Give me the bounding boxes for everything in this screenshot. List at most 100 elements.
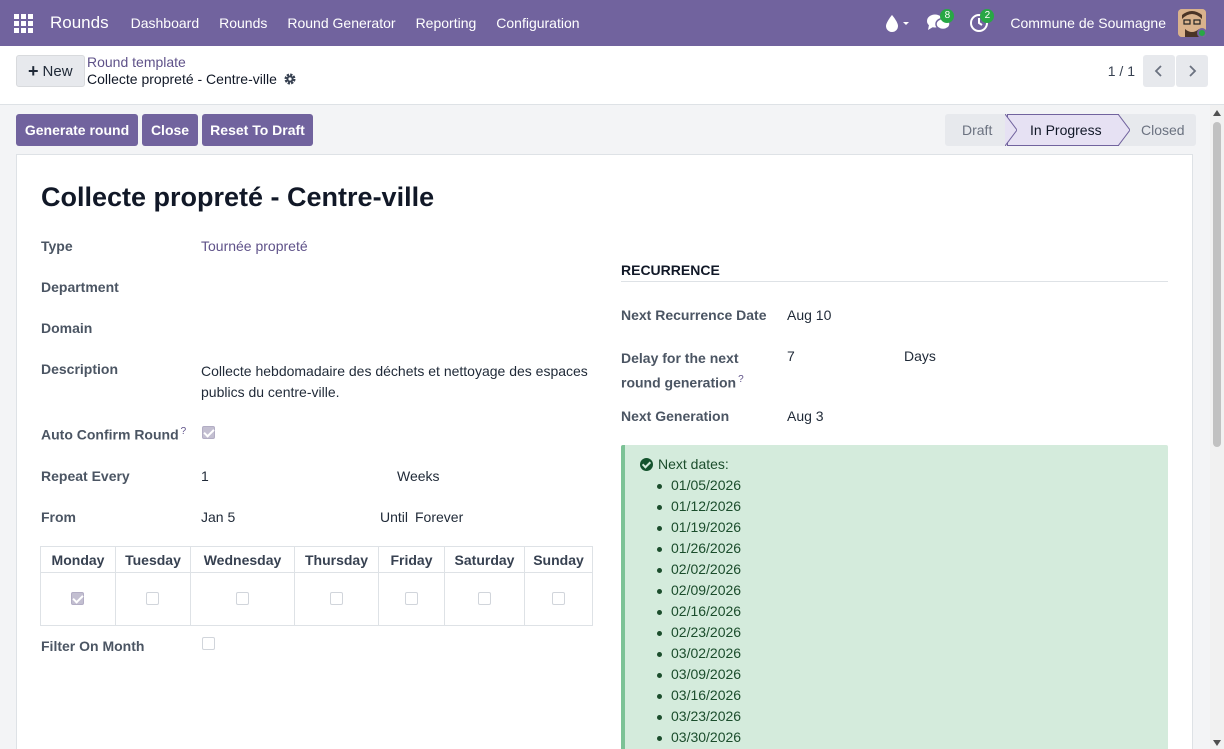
delay-value-input[interactable]: 7 [787,348,795,364]
next-date-item: 01/19/2026 [656,519,742,535]
next-dates-heading: Next dates: [640,456,729,472]
menu-round-generator[interactable]: Round Generator [277,0,405,46]
breadcrumb-current: Collecte propreté - Centre-ville [87,71,297,87]
scroll-down-arrow-icon[interactable] [1213,740,1221,746]
chevron-left-icon [1154,65,1162,77]
friday-checkbox[interactable] [404,592,418,605]
day-cell-friday [378,572,445,626]
menu-rounds[interactable]: Rounds [209,0,277,46]
next-dates-title: Next dates: [658,456,729,472]
sunday-checkbox[interactable] [551,592,565,605]
breadcrumb-round-template[interactable]: Round template [87,54,186,70]
generate-round-button[interactable]: Generate round [16,114,138,146]
department-label: Department [41,279,119,295]
day-header-monday: Monday [40,546,116,573]
day-header-sunday: Sunday [524,546,593,573]
help-icon[interactable]: ? [181,426,187,437]
saturday-checkbox[interactable] [477,592,491,605]
menu-configuration[interactable]: Configuration [486,0,589,46]
weekdays-checkbox-row [40,572,593,626]
next-date-item: 02/02/2026 [656,561,742,577]
menu-reporting[interactable]: Reporting [406,0,487,46]
scroll-thumb[interactable] [1213,122,1221,447]
next-generation-label: Next Generation [621,408,730,424]
filter-on-month-label: Filter On Month [41,638,145,654]
delay-unit-select[interactable]: Days [904,348,936,364]
from-date-field[interactable]: Jan 5 [201,509,235,525]
day-header-friday: Friday [378,546,445,573]
status-arrow-1 [1005,114,1017,146]
day-cell-wednesday [190,572,295,626]
until-select[interactable]: Forever [415,509,463,525]
status-draft[interactable]: Draft [945,114,1007,146]
day-cell-monday [40,572,116,626]
next-generation-field[interactable]: Aug 3 [787,408,824,424]
gear-icon[interactable] [283,72,297,86]
record-title[interactable]: Collecte propreté - Centre-ville [41,182,434,213]
description-field[interactable]: Collecte hebdomadaire des déchets et net… [201,361,588,403]
pager-value[interactable]: 1 / 1 [1108,63,1135,79]
monday-checkbox[interactable] [71,592,84,605]
domain-field[interactable] [201,320,591,338]
delay-next-generation-label: Delay for the next round generation? [621,348,744,394]
description-line-1: Collecte hebdomadaire des déchets et net… [201,363,588,379]
department-field[interactable] [201,279,591,297]
plus-icon: + [28,61,39,81]
next-dates-alert: Next dates: 01/05/2026 01/12/2026 01/19/… [621,445,1168,749]
auto-confirm-checkbox[interactable] [202,426,215,439]
next-recurrence-date-label: Next Recurrence Date [621,307,767,323]
domain-label: Domain [41,320,93,336]
company-switcher[interactable]: Commune de Soumagne [998,15,1178,31]
next-date-item: 01/12/2026 [656,498,742,514]
pager-next-button[interactable] [1176,55,1208,87]
form-sheet: Collecte propreté - Centre-ville Type To… [16,154,1193,749]
day-cell-sunday [524,572,593,626]
reset-to-draft-button[interactable]: Reset To Draft [202,114,313,146]
description-label: Description [41,361,119,377]
next-date-item: 03/02/2026 [656,645,742,661]
close-button[interactable]: Close [142,114,198,146]
menu-dashboard[interactable]: Dashboard [121,0,210,46]
scroll-up-arrow-icon[interactable] [1213,110,1221,116]
day-header-wednesday: Wednesday [190,546,295,573]
next-date-item: 03/16/2026 [656,687,742,703]
apps-menu-icon[interactable] [0,0,46,46]
activities-button[interactable]: 2 [960,0,998,46]
user-avatar[interactable] [1178,9,1206,37]
new-button[interactable]: + New [16,55,85,87]
status-arrow-2 [1118,114,1130,146]
day-header-tuesday: Tuesday [115,546,191,573]
next-date-item: 03/09/2026 [656,666,742,682]
day-cell-tuesday [115,572,191,626]
messages-button[interactable]: 8 [918,0,960,46]
new-button-label: New [42,62,73,80]
repeat-every-label: Repeat Every [41,468,130,484]
weekdays-header-row: Monday Tuesday Wednesday Thursday Friday… [40,546,593,573]
type-field[interactable]: Tournée propreté [201,238,308,254]
help-icon[interactable]: ? [738,374,744,385]
status-in-progress[interactable]: In Progress [1007,114,1119,146]
filter-on-month-checkbox[interactable] [202,637,215,650]
day-header-thursday: Thursday [294,546,379,573]
thursday-checkbox[interactable] [329,592,343,605]
tuesday-checkbox[interactable] [146,592,159,605]
next-recurrence-date-field[interactable]: Aug 10 [787,307,831,323]
wednesday-checkbox[interactable] [235,592,249,605]
app-brand[interactable]: Rounds [50,13,109,33]
next-date-item: 01/26/2026 [656,540,742,556]
next-date-item: 02/23/2026 [656,624,742,640]
repeat-interval-input[interactable]: 1 [201,468,209,484]
auto-confirm-label-text: Auto Confirm Round [41,426,179,443]
repeat-unit-select[interactable]: Weeks [397,468,440,484]
next-date-item: 02/09/2026 [656,582,742,598]
status-closed[interactable]: Closed [1119,114,1196,146]
from-label: From [41,509,76,525]
weekdays-table: Monday Tuesday Wednesday Thursday Friday… [40,546,593,626]
pager-previous-button[interactable] [1143,55,1175,87]
debug-drop-icon[interactable] [876,0,918,46]
page-scrollbar[interactable] [1210,105,1224,749]
form-action-bar: Generate round Close Reset To Draft Draf… [0,105,1210,154]
next-date-item: 03/23/2026 [656,708,742,724]
chevron-right-icon [1189,65,1197,77]
day-cell-saturday [444,572,525,626]
